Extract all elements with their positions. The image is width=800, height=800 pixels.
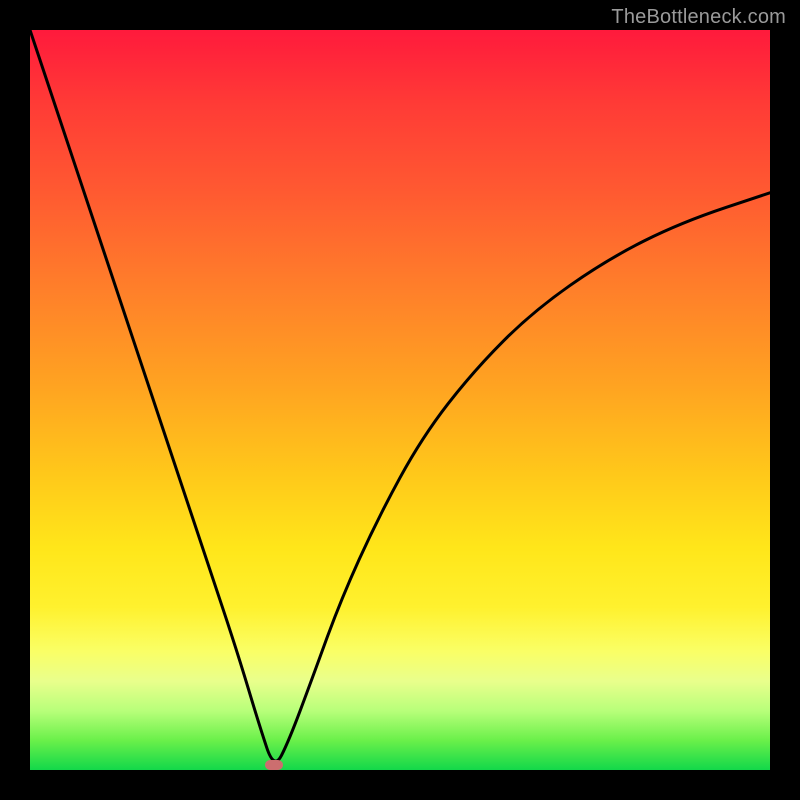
- watermark-text: TheBottleneck.com: [611, 6, 786, 29]
- optimum-marker: [265, 760, 284, 770]
- chart-frame: TheBottleneck.com: [0, 0, 800, 800]
- bottleneck-curve: [30, 30, 770, 770]
- plot-area: [30, 30, 770, 770]
